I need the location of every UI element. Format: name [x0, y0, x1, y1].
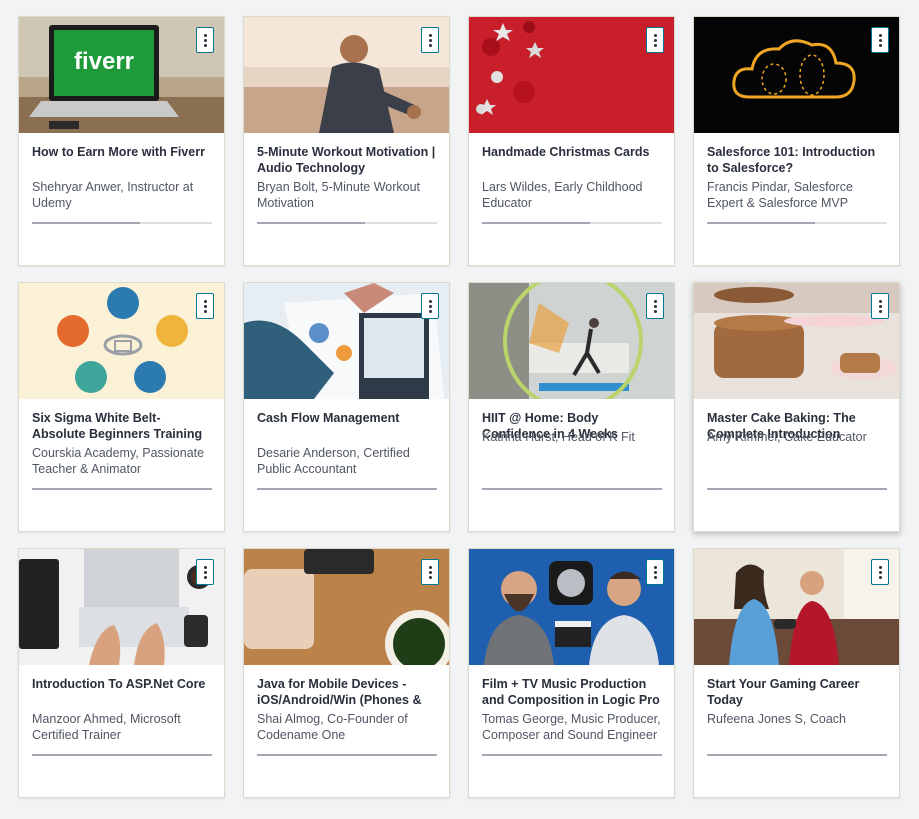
progress-bar	[707, 222, 887, 224]
course-title[interactable]: Film + TV Music Production and Compositi…	[482, 676, 664, 708]
course-options-button[interactable]	[646, 293, 664, 319]
course-author: Rufeena Jones S, Coach	[707, 712, 846, 726]
course-title[interactable]: Cash Flow Management	[257, 410, 439, 426]
course-thumbnail[interactable]: fiverr	[19, 17, 224, 133]
course-thumbnail[interactable]	[469, 17, 674, 133]
course-author: Bryan Bolt, 5-Minute Workout Motivation	[257, 180, 421, 210]
course-thumbnail[interactable]	[469, 283, 674, 399]
progress-bar	[257, 488, 437, 490]
course-author: Manzoor Ahmed, Microsoft Certified Train…	[32, 712, 181, 742]
course-thumbnail[interactable]	[244, 283, 449, 399]
course-thumbnail[interactable]	[469, 549, 674, 665]
course-options-button[interactable]	[421, 559, 439, 585]
course-card[interactable]: Salesforce 101: Introduction to Salesfor…	[693, 16, 900, 266]
course-card[interactable]: Introduction To ASP.Net Core Manzoor Ahm…	[18, 548, 225, 798]
course-options-button[interactable]	[196, 27, 214, 53]
course-author: Amy Kimmel, Cake Educator	[707, 430, 867, 444]
course-card[interactable]: Java for Mobile Devices - iOS/Android/Wi…	[243, 548, 450, 798]
course-thumbnail[interactable]	[244, 549, 449, 665]
course-title[interactable]: Handmade Christmas Cards	[482, 144, 664, 160]
course-options-button[interactable]	[646, 559, 664, 585]
progress-bar	[482, 488, 662, 490]
course-title[interactable]: How to Earn More with Fiverr	[32, 144, 214, 160]
course-author: Francis Pindar, Salesforce Expert & Sale…	[707, 180, 853, 210]
progress-bar	[257, 222, 437, 224]
course-title[interactable]: Java for Mobile Devices - iOS/Android/Wi…	[257, 676, 439, 708]
course-options-button[interactable]	[871, 27, 889, 53]
course-card[interactable]: Start Your Gaming Career Today Rufeena J…	[693, 548, 900, 798]
progress-bar	[32, 754, 212, 756]
course-title[interactable]: Introduction To ASP.Net Core	[32, 676, 214, 692]
course-card[interactable]: HIIT @ Home: Body Confidence in 4 Weeks …	[468, 282, 675, 532]
svg-text:fiverr: fiverr	[74, 48, 134, 75]
course-options-button[interactable]	[646, 27, 664, 53]
progress-bar	[707, 488, 887, 490]
course-thumbnail[interactable]	[19, 283, 224, 399]
course-author: Katrina Hurst, Head of K Fit	[482, 430, 635, 444]
course-card[interactable]: fiverr How to Earn More with Fiverr Sheh…	[18, 16, 225, 266]
course-card[interactable]: 5-Minute Workout Motivation | Audio Tech…	[243, 16, 450, 266]
progress-bar	[482, 754, 662, 756]
course-card[interactable]: Six Sigma White Belt- Absolute Beginners…	[18, 282, 225, 532]
course-options-button[interactable]	[871, 293, 889, 319]
course-card[interactable]: Film + TV Music Production and Compositi…	[468, 548, 675, 798]
course-options-button[interactable]	[196, 293, 214, 319]
course-thumbnail[interactable]	[694, 549, 899, 665]
course-author: Courskia Academy, Passionate Teacher & A…	[32, 446, 205, 476]
course-author: Desarie Anderson, Certified Public Accou…	[257, 446, 410, 476]
course-title[interactable]: Start Your Gaming Career Today	[707, 676, 889, 708]
course-options-button[interactable]	[196, 559, 214, 585]
course-thumbnail[interactable]	[244, 17, 449, 133]
course-title[interactable]: Salesforce 101: Introduction to Salesfor…	[707, 144, 889, 176]
course-thumbnail[interactable]	[19, 549, 224, 665]
course-options-button[interactable]	[421, 293, 439, 319]
course-card[interactable]: Handmade Christmas Cards Lars Wildes, Ea…	[468, 16, 675, 266]
course-options-button[interactable]	[871, 559, 889, 585]
progress-bar	[32, 222, 212, 224]
course-thumbnail[interactable]	[694, 17, 899, 133]
course-card[interactable]: Cash Flow Management Desarie Anderson, C…	[243, 282, 450, 532]
progress-bar	[257, 754, 437, 756]
progress-bar	[32, 488, 212, 490]
course-options-button[interactable]	[421, 27, 439, 53]
course-title[interactable]: Six Sigma White Belt- Absolute Beginners…	[32, 410, 214, 442]
progress-bar	[482, 222, 662, 224]
course-card[interactable]: Master Cake Baking: The Complete Introdu…	[693, 282, 900, 532]
course-author: Lars Wildes, Early Childhood Educator	[482, 180, 643, 210]
course-author: Shai Almog, Co-Founder of Codename One	[257, 712, 408, 742]
course-author: Shehryar Anwer, Instructor at Udemy	[32, 180, 194, 210]
progress-bar	[707, 754, 887, 756]
course-title[interactable]: 5-Minute Workout Motivation | Audio Tech…	[257, 144, 439, 176]
course-thumbnail[interactable]	[694, 283, 899, 399]
course-author: Tomas George, Music Producer, Composer a…	[482, 712, 661, 742]
